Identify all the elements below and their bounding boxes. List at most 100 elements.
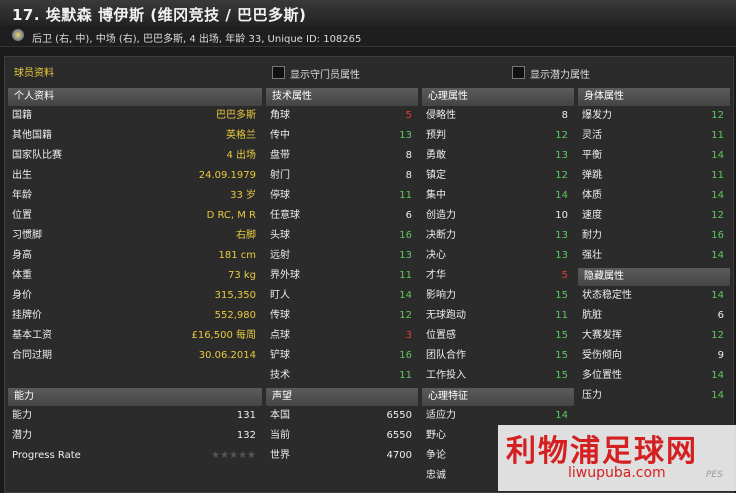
watermark-en: liwupuba.com: [568, 465, 666, 481]
personal-header: 个人资料: [8, 88, 262, 106]
traits-row: 适应力 14: [422, 406, 574, 426]
personal-label: 身高: [12, 250, 32, 261]
technical-value: 11: [399, 270, 412, 281]
hidden-label: 大赛发挥: [582, 330, 622, 341]
personal-row: 基本工资 £16,500 每周: [8, 326, 262, 346]
technical-row: 盘带 8: [266, 146, 418, 166]
personal-value: 315,350: [214, 290, 256, 301]
ability-label: Progress Rate: [12, 450, 81, 461]
personal-label: 出生: [12, 170, 32, 181]
mental-label: 才华: [426, 270, 446, 281]
personal-row: 出生 24.09.1979: [8, 166, 262, 186]
personal-value: 4 出场: [226, 150, 256, 161]
mental-value: 11: [555, 310, 568, 321]
physical-value: 14: [711, 250, 724, 261]
technical-row: 传球 12: [266, 306, 418, 326]
technical-row: 界外球 11: [266, 266, 418, 286]
physical-label: 耐力: [582, 230, 602, 241]
physical-row: 耐力 16: [578, 226, 730, 246]
mental-row: 团队合作 15: [422, 346, 574, 366]
show-potential-checkbox[interactable]: [512, 66, 525, 79]
reputation-row: 本国 6550: [266, 406, 418, 426]
physical-row: 灵活 11: [578, 126, 730, 146]
traits-label: 适应力: [426, 410, 456, 421]
mental-value: 12: [555, 170, 568, 181]
personal-label: 体重: [12, 270, 32, 281]
technical-value: 8: [405, 170, 412, 181]
personal-value: 181 cm: [218, 250, 256, 261]
reputation-value: 6550: [386, 430, 412, 441]
personal-label: 国家队比赛: [12, 150, 62, 161]
mental-row: 才华 5: [422, 266, 574, 286]
technical-label: 角球: [270, 110, 290, 121]
technical-label: 传球: [270, 310, 290, 321]
mental-row: 勇敢 13: [422, 146, 574, 166]
show-gk-label: 显示守门员属性: [290, 70, 360, 81]
technical-row: 技术 11: [266, 366, 418, 386]
ability-header: 能力: [8, 388, 262, 406]
traits-header: 心理特征: [422, 388, 574, 406]
technical-value: 3: [405, 330, 412, 341]
personal-value: 英格兰: [226, 130, 256, 141]
hidden-row: 压力 14: [578, 386, 730, 406]
hidden-row: 受伤倾向 9: [578, 346, 730, 366]
mental-label: 工作投入: [426, 370, 466, 381]
technical-value: 6: [405, 210, 412, 221]
personal-label: 其他国籍: [12, 130, 52, 141]
mental-value: 13: [555, 250, 568, 261]
personal-row: 身价 315,350: [8, 286, 262, 306]
hidden-row: 大赛发挥 12: [578, 326, 730, 346]
technical-value: 12: [399, 310, 412, 321]
mental-label: 影响力: [426, 290, 456, 301]
technical-value: 8: [405, 150, 412, 161]
reputation-value: 6550: [386, 410, 412, 421]
mental-header: 心理属性: [422, 88, 574, 106]
personal-label: 基本工资: [12, 330, 52, 341]
show-potential-label: 显示潜力属性: [530, 70, 590, 81]
show-gk-checkbox[interactable]: [272, 66, 285, 79]
traits-value: 14: [555, 410, 568, 421]
traits-label: 争论: [426, 450, 446, 461]
physical-label: 平衡: [582, 150, 602, 161]
personal-value: D RC, M R: [206, 210, 256, 221]
mental-label: 预判: [426, 130, 446, 141]
mental-row: 无球跑动 11: [422, 306, 574, 326]
mental-value: 15: [555, 350, 568, 361]
technical-value: 16: [399, 350, 412, 361]
mental-value: 15: [555, 370, 568, 381]
technical-label: 技术: [270, 370, 290, 381]
technical-value: 16: [399, 230, 412, 241]
mental-label: 位置感: [426, 330, 456, 341]
technical-row: 传中 13: [266, 126, 418, 146]
personal-value: 30.06.2014: [198, 350, 256, 361]
personal-list: 国籍 巴巴多斯 其他国籍 英格兰 国家队比赛 4 出场 出生 24.09.1979 年龄 33 岁…: [8, 106, 262, 366]
hidden-list: 状态稳定性 14 肮脏 6 大赛发挥 12 受伤倾向 9 多位置性 14 压力 14: [578, 286, 730, 406]
mental-row: 工作投入 15: [422, 366, 574, 386]
personal-row: 位置 D RC, M R: [8, 206, 262, 226]
technical-label: 射门: [270, 170, 290, 181]
technical-label: 铲球: [270, 350, 290, 361]
physical-value: 16: [711, 230, 724, 241]
personal-row: 合同过期 30.06.2014: [8, 346, 262, 366]
mental-row: 预判 12: [422, 126, 574, 146]
section-label: 球员资料: [14, 68, 54, 79]
mental-row: 侵略性 8: [422, 106, 574, 126]
technical-value: 13: [399, 130, 412, 141]
reputation-header: 声望: [266, 388, 418, 406]
technical-value: 14: [399, 290, 412, 301]
ability-list: 能力 131 潜力 132 Progress Rate ★★★★★: [8, 406, 262, 466]
physical-header: 身体属性: [578, 88, 730, 106]
ability-value: ★★★★★: [211, 450, 256, 461]
physical-value: 14: [711, 190, 724, 201]
ability-row: Progress Rate ★★★★★: [8, 446, 262, 466]
technical-list: 角球 5 传中 13 盘带 8 射门 8 停球 11 任意球 6 头球 16 远射 13 界外球 11 盯人 14 传球…: [266, 106, 418, 386]
hidden-label: 受伤倾向: [582, 350, 622, 361]
physical-label: 弹跳: [582, 170, 602, 181]
ability-value: 132: [236, 430, 256, 441]
hidden-value: 9: [717, 350, 724, 361]
physical-label: 爆发力: [582, 110, 612, 121]
mental-value: 13: [555, 150, 568, 161]
mental-value: 5: [561, 270, 568, 281]
mental-label: 团队合作: [426, 350, 466, 361]
traits-label: 忠诚: [426, 470, 446, 481]
